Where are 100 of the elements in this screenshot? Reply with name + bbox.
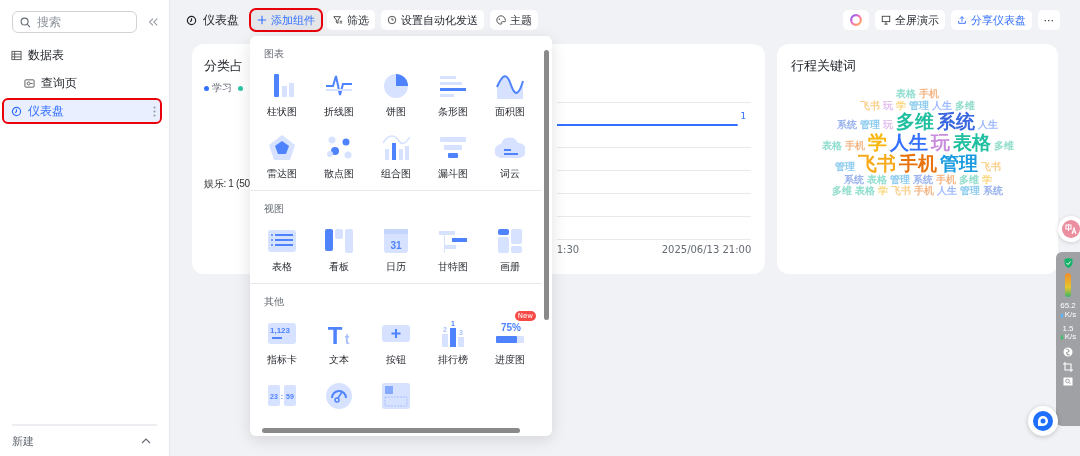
theme-button[interactable]: 主题: [490, 10, 538, 30]
pie-chart-icon: [381, 71, 411, 101]
component-option[interactable]: 漏斗图: [424, 125, 482, 181]
cloud-word: 系统: [837, 120, 858, 131]
cloud-word: 人生: [932, 100, 953, 111]
new-label[interactable]: 新建: [12, 433, 34, 449]
layout-chart-icon: [381, 381, 411, 411]
cloud-word: 表格: [855, 186, 876, 197]
component-option[interactable]: 组合图: [367, 125, 425, 181]
filter-icon: [333, 15, 343, 25]
gauge-icon: [1065, 273, 1071, 297]
cloud-word: 飞书: [860, 100, 881, 111]
sidebar-item[interactable]: 查询页: [4, 72, 160, 94]
text-chart-icon: Tt: [324, 319, 355, 349]
value-label: 1: [740, 111, 747, 121]
automation-button[interactable]: 设置自动化发送: [381, 10, 484, 30]
component-option[interactable]: 柱状图: [254, 63, 311, 119]
cloud-word: 表格: [896, 89, 917, 100]
ai-button[interactable]: [842, 10, 869, 30]
cloud-word: 系统: [983, 186, 1004, 197]
component-option[interactable]: 看板: [310, 218, 368, 274]
filter-button[interactable]: 筛选: [327, 10, 375, 30]
translate-button[interactable]: [1058, 216, 1080, 242]
card-title: 分类占: [204, 58, 244, 75]
search-icon: [20, 17, 31, 28]
component-option[interactable]: 画册: [481, 218, 538, 274]
component-option[interactable]: 面积图: [481, 63, 538, 119]
card-title: 行程关键词: [791, 58, 858, 75]
component-option[interactable]: 1,123 指标卡: [254, 311, 311, 367]
chat-button[interactable]: [1028, 406, 1058, 436]
component-option[interactable]: Tt 文本: [310, 311, 368, 367]
caret-icon[interactable]: [141, 438, 151, 444]
cloud-word: 多维: [955, 100, 976, 111]
component-option[interactable]: 折线图: [310, 63, 368, 119]
cloud-word: 手机: [935, 174, 956, 186]
cloud-word: 飞书: [980, 161, 1001, 173]
vertical-scrollbar[interactable]: [544, 50, 549, 320]
cloud-word: 管理: [939, 153, 978, 174]
cloud-word: 管理: [909, 100, 930, 111]
up-arrow-icon: [1059, 312, 1064, 318]
more-button[interactable]: ···: [1037, 10, 1060, 30]
cloud-word: 手机: [844, 140, 865, 152]
cloud-word: 飞书: [891, 186, 912, 197]
add-button[interactable]: 添加组件: [251, 10, 321, 30]
collapse-icon[interactable]: [147, 16, 159, 28]
cloud-word: 管理: [834, 161, 855, 173]
cloud-word: 系统: [937, 112, 976, 132]
present-button[interactable]: 全屏演示: [874, 10, 945, 30]
share-icon: [956, 15, 967, 25]
cloud-word: 人生: [889, 132, 928, 153]
clock-send-icon: [387, 15, 397, 25]
axis-label: 2025/06/13 21:00: [661, 244, 752, 255]
horizontal-scrollbar[interactable]: [262, 428, 520, 433]
nps-chart-icon: [324, 381, 355, 411]
search-field[interactable]: 搜索: [12, 11, 137, 33]
kanban-chart-icon: [324, 226, 355, 256]
cloud-word: 管理: [889, 174, 910, 185]
swirl-icon[interactable]: [1063, 347, 1073, 358]
cloud-word: 系统: [912, 174, 933, 186]
translate-icon: [1062, 220, 1080, 238]
grid-icon: [11, 49, 22, 61]
section-title: 视图: [263, 202, 285, 216]
cloud-word: 学: [867, 132, 887, 153]
radar-chart-icon: [267, 133, 298, 163]
more-icon[interactable]: [153, 105, 156, 117]
cloud-word: 手机: [919, 89, 940, 100]
cloud-word: 手机: [898, 153, 937, 174]
combo-chart-icon: [381, 133, 411, 163]
component-option[interactable]: 表格: [254, 218, 311, 274]
crop-icon[interactable]: [1063, 362, 1073, 373]
plus-icon: [257, 15, 267, 25]
speed-unit: K/s: [1064, 333, 1077, 343]
component-option[interactable]: 饼图: [367, 63, 425, 119]
dashboard-icon: [186, 14, 197, 26]
sidebar-item[interactable]: 仪表盘: [4, 100, 160, 122]
cloud-word: 玩: [930, 132, 950, 153]
component-option[interactable]: 雷达图: [254, 125, 311, 181]
share-button[interactable]: 分享仪表盘: [950, 10, 1032, 30]
cloud-word: 多维: [993, 140, 1014, 152]
component-option[interactable]: 条形图: [424, 63, 482, 119]
cloud-word: 管理: [960, 186, 981, 197]
component-option[interactable]: 甘特图: [424, 218, 482, 274]
section-title: 图表: [263, 47, 285, 61]
component-option[interactable]: 按钮: [367, 311, 425, 367]
monitor-icon: [880, 15, 891, 25]
sidebar-item[interactable]: 数据表: [4, 44, 160, 66]
palette-icon: [496, 15, 506, 25]
speed-unit: K/s: [1064, 310, 1077, 320]
component-option[interactable]: 散点图: [310, 125, 368, 181]
chat-bubble-icon: [1033, 411, 1053, 431]
component-option[interactable]: 31 日历: [367, 218, 425, 274]
component-option[interactable]: 词云: [481, 125, 538, 181]
speed-value: 65.2: [1060, 302, 1076, 311]
cloud-word: 学: [896, 100, 907, 111]
dashboard-icon: [11, 105, 22, 117]
cloud-word: 人生: [978, 120, 999, 131]
section-title: 其他: [263, 295, 285, 309]
search-form-icon: [24, 77, 35, 89]
cloud-word: 表格: [866, 174, 887, 186]
screenshot-search-icon[interactable]: [1063, 377, 1073, 387]
